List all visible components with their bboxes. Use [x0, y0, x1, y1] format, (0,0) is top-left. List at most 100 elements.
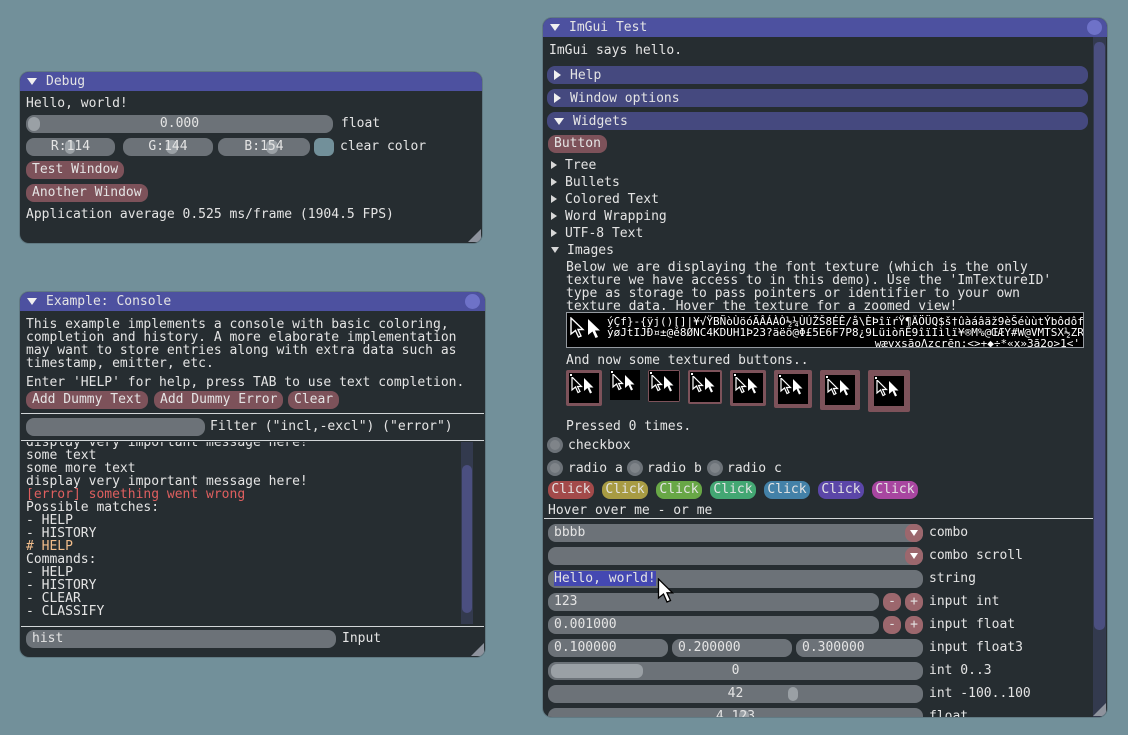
click-button-7[interactable]: Click [872, 481, 918, 499]
image-button[interactable] [868, 370, 910, 412]
console-log[interactable]: display very important message here! som… [20, 442, 470, 624]
close-icon[interactable] [465, 294, 480, 309]
combo-scroll-box[interactable] [548, 547, 923, 565]
combo-arrow-button[interactable] [905, 524, 923, 542]
plus-button[interactable]: + [905, 616, 923, 634]
image-button[interactable] [820, 370, 860, 410]
log-scrollbar[interactable] [461, 442, 473, 624]
add-dummy-error-button[interactable]: Add Dummy Error [154, 391, 283, 409]
cursor-texture-icon [778, 374, 808, 404]
int-range-slider[interactable]: 42 [548, 685, 923, 703]
float3-input-z[interactable]: 0.300000 [796, 639, 923, 657]
click-button-6[interactable]: Click [818, 481, 864, 499]
collapse-arrow-icon [554, 118, 564, 125]
header-help[interactable]: Help [547, 66, 1088, 84]
color-slider-b[interactable]: B:154 [218, 138, 310, 156]
checkbox[interactable] [547, 437, 563, 453]
resize-grip[interactable] [1093, 703, 1106, 716]
radio-b-label: radio b [647, 462, 702, 475]
console-input[interactable]: hist [26, 630, 336, 648]
separator [21, 626, 484, 627]
window-scrollbar[interactable] [1093, 37, 1106, 717]
tree-node-colored-text[interactable]: Colored Text [551, 192, 659, 206]
tree-label: Bullets [565, 175, 620, 190]
close-icon[interactable] [1087, 20, 1102, 35]
float-slider[interactable]: 0.000 [26, 115, 333, 133]
float-input-value: 0.001000 [554, 616, 617, 634]
slider-value: 4.123 [548, 708, 923, 717]
click-button-1[interactable]: Click [548, 481, 594, 499]
radio-b[interactable] [627, 460, 643, 476]
header-widgets[interactable]: Widgets [547, 112, 1088, 130]
radio-c[interactable] [707, 460, 723, 476]
click-button-3[interactable]: Click [656, 481, 702, 499]
image-button[interactable] [730, 370, 766, 406]
collapse-arrow-icon[interactable] [27, 78, 37, 85]
combo-scroll-arrow-button[interactable] [905, 547, 923, 565]
add-dummy-text-button[interactable]: Add Dummy Text [26, 391, 148, 409]
scrollbar-grab[interactable] [1094, 42, 1105, 630]
tree-node-tree[interactable]: Tree [551, 158, 596, 172]
float3-input-x[interactable]: 0.100000 [548, 639, 668, 657]
click-button-4[interactable]: Click [710, 481, 756, 499]
cursor-glyphs-icon [569, 317, 605, 343]
collapse-arrow-icon[interactable] [27, 298, 37, 305]
float-input[interactable]: 0.001000 [548, 616, 879, 634]
tree-node-word-wrapping[interactable]: Word Wrapping [551, 209, 667, 223]
imgui-titlebar[interactable]: ImGui Test [543, 18, 1107, 37]
intro-line: timestamp, emitter, etc. [26, 357, 214, 370]
plus-button[interactable]: + [905, 593, 923, 611]
clear-button[interactable]: Clear [288, 391, 339, 409]
mouse-cursor [657, 578, 677, 605]
tree-node-images[interactable]: Images [551, 243, 614, 257]
collapse-arrow-icon[interactable] [550, 24, 560, 31]
int-slider[interactable]: 0 [548, 662, 923, 680]
string-input-value: Hello, world! [554, 571, 656, 586]
expand-arrow-icon [554, 70, 561, 80]
tree-node-bullets[interactable]: Bullets [551, 175, 620, 189]
header-window-options[interactable]: Window options [547, 89, 1088, 107]
combo-box[interactable]: bbbb [548, 524, 923, 542]
image-button[interactable] [648, 370, 680, 402]
click-button-5[interactable]: Click [764, 481, 810, 499]
tree-label: Word Wrapping [565, 209, 667, 224]
float3-value: 0.100000 [554, 639, 617, 657]
color-slider-r[interactable]: R:114 [26, 138, 115, 156]
int-input[interactable]: 123 [548, 593, 879, 611]
filter-label: Filter ("incl,-excl") ("error") [210, 418, 453, 436]
minus-button[interactable]: - [883, 593, 901, 611]
button-widget[interactable]: Button [548, 135, 607, 153]
console-titlebar[interactable]: Example: Console [20, 292, 485, 311]
resize-grip[interactable] [471, 643, 484, 656]
tree-node-utf8-text[interactable]: UTF-8 Text [551, 226, 643, 240]
image-button[interactable] [610, 370, 640, 400]
slider-value: 0 [548, 662, 923, 680]
float3-input-y[interactable]: 0.200000 [672, 639, 792, 657]
image-button[interactable] [688, 370, 722, 404]
color-slider-g[interactable]: G:144 [123, 138, 213, 156]
header-label: Help [570, 68, 601, 83]
float-slider[interactable]: 4.123 [548, 708, 923, 717]
radio-a[interactable] [547, 460, 563, 476]
click-button-2[interactable]: Click [602, 481, 648, 499]
tree-label: Tree [565, 158, 596, 173]
hover-text[interactable]: Hover over me - or me [548, 504, 712, 517]
float-slider-label: float [929, 708, 968, 717]
string-input[interactable]: Hello, world! [548, 570, 923, 588]
scrollbar-grab[interactable] [462, 465, 472, 613]
hello-text: Hello, world! [26, 97, 128, 110]
font-texture-image[interactable]: ýÇf}-{ÿj()[]|¥√ŸBÑòÙöóÃÂÁÀÒ½¼ÙÚŽŠ8ÉÊ/å\È… [566, 312, 1084, 348]
fps-text: Application average 0.525 ms/frame (1904… [26, 208, 394, 221]
tree-label: Colored Text [565, 192, 659, 207]
filter-input[interactable] [26, 418, 205, 436]
minus-button[interactable]: - [883, 616, 901, 634]
another-window-button[interactable]: Another Window [26, 184, 148, 202]
color-swatch[interactable] [314, 138, 334, 156]
debug-titlebar[interactable]: Debug [20, 72, 482, 91]
int-range-slider-label: int -100..100 [929, 685, 1031, 703]
test-window-button[interactable]: Test Window [26, 161, 124, 179]
resize-grip[interactable] [468, 229, 481, 242]
help-line: Enter 'HELP' for help, press TAB to use … [26, 376, 464, 389]
image-button[interactable] [774, 370, 812, 408]
image-button[interactable] [566, 370, 602, 406]
